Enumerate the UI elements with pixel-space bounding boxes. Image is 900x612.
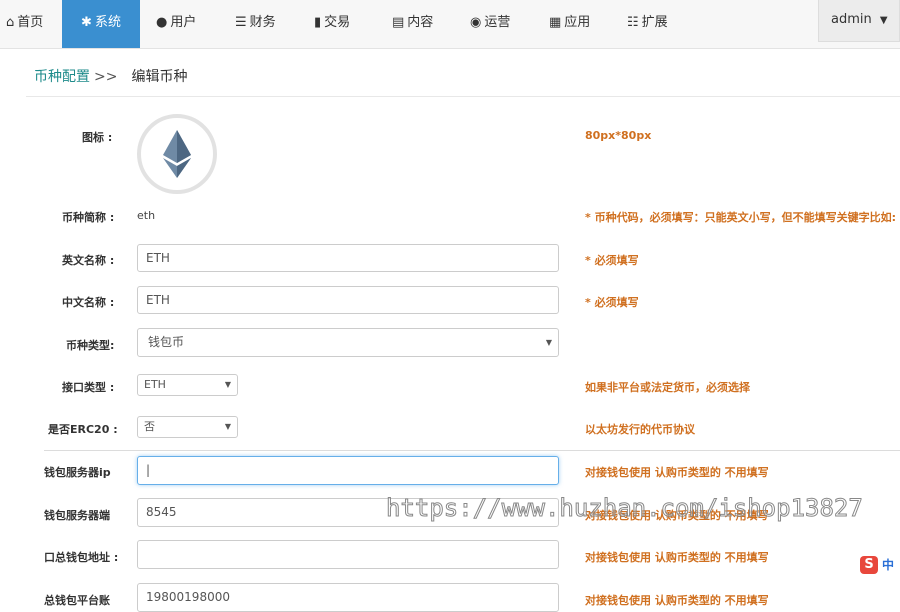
icon-label: 图标 : bbox=[82, 131, 113, 144]
wallet-address-hint: 对接钱包使用 认购币类型的 不用填写 bbox=[585, 551, 769, 564]
wallet-address-input[interactable] bbox=[137, 540, 559, 569]
watermark: https://www.huzhan.com/ishop13827 bbox=[386, 494, 864, 523]
icon-hint: 80px*80px bbox=[585, 129, 652, 142]
erc20-label: 是否ERC20 : bbox=[48, 423, 118, 436]
erc20-value: 否 bbox=[144, 420, 155, 433]
list-icon: ☰ bbox=[235, 15, 247, 30]
username: admin bbox=[831, 12, 872, 27]
api-type-select[interactable]: ETH ▼ bbox=[137, 374, 238, 396]
nav-apps[interactable]: ▦ 应用 bbox=[549, 0, 590, 48]
wallet-address-label: 口总钱包地址 : bbox=[44, 551, 119, 564]
page-title: 编辑币种 bbox=[131, 69, 188, 85]
divider bbox=[26, 96, 900, 97]
chevron-down-icon: ▼ bbox=[879, 15, 888, 26]
wallet-ip-label: 钱包服务器ip bbox=[44, 466, 111, 479]
wallet-account-hint: 对接钱包使用 认购币类型的 不用填写 bbox=[585, 594, 769, 607]
short-name-value: eth bbox=[137, 209, 156, 222]
nav-home[interactable]: ⌂ 首页 bbox=[0, 0, 49, 48]
grid-icon: ▦ bbox=[549, 15, 562, 30]
cn-name-hint: * 必须填写 bbox=[585, 296, 639, 309]
nav-operation[interactable]: ◉ 运营 bbox=[470, 0, 510, 48]
section-divider bbox=[44, 450, 900, 451]
api-type-label: 接口类型 : bbox=[62, 381, 115, 394]
nav-system[interactable]: ✱ 系统 bbox=[62, 0, 140, 48]
extend-icon: ☷ bbox=[627, 15, 639, 30]
globe-icon: ◉ bbox=[470, 15, 482, 30]
en-name-label: 英文名称 : bbox=[62, 254, 115, 267]
wallet-ip-hint: 对接钱包使用 认购币类型的 不用填写 bbox=[585, 466, 769, 479]
top-navbar: ⌂ 首页 ✱ 系统 ● 用户 ☰ 财务 ▮ 交易 ▤ 内容 ◉ 运营 ▦ 应用 ☷ 扩展 admi… bbox=[0, 0, 900, 49]
en-name-input[interactable]: ETH bbox=[137, 244, 559, 272]
nav-extend[interactable]: ☷ 扩展 bbox=[627, 0, 668, 48]
coin-type-select[interactable]: 钱包币 ▼ bbox=[137, 328, 559, 357]
bar-chart-icon: ▮ bbox=[314, 15, 322, 30]
chevron-down-icon: ▼ bbox=[224, 422, 231, 431]
nav-system-label: 系统 bbox=[94, 15, 121, 30]
user-menu[interactable]: admin ▼ bbox=[818, 0, 900, 42]
user-icon: ● bbox=[156, 15, 168, 30]
nav-content-label: 内容 bbox=[407, 15, 434, 30]
coin-type-value: 钱包币 bbox=[148, 335, 185, 349]
short-name-hint: * 币种代码，必须填写：只能英文小写，但不能填写关键字比如: bbox=[585, 211, 896, 224]
chevron-down-icon: ▼ bbox=[224, 380, 231, 389]
cn-name-input[interactable]: ETH bbox=[137, 286, 559, 314]
nav-content[interactable]: ▤ 内容 bbox=[392, 0, 433, 48]
erc20-hint: 以太坊发行的代币协议 bbox=[585, 423, 695, 436]
chevron-down-icon: ▼ bbox=[545, 338, 552, 347]
short-name-label: 币种简称 : bbox=[62, 211, 115, 224]
erc20-select[interactable]: 否 ▼ bbox=[137, 416, 238, 438]
api-type-value: ETH bbox=[144, 378, 166, 391]
nav-finance[interactable]: ☰ 财务 bbox=[235, 0, 276, 48]
document-icon: ▤ bbox=[392, 15, 405, 30]
nav-user[interactable]: ● 用户 bbox=[156, 0, 196, 48]
home-icon: ⌂ bbox=[6, 15, 15, 30]
cn-name-label: 中文名称 : bbox=[62, 296, 115, 309]
api-type-hint: 如果非平台或法定货币，必须选择 bbox=[585, 381, 750, 394]
nav-extend-label: 扩展 bbox=[641, 15, 668, 30]
breadcrumb: 币种配置 >> 编辑币种 bbox=[34, 66, 187, 86]
ime-indicator[interactable]: S 中 bbox=[860, 556, 900, 578]
en-name-hint: * 必须填写 bbox=[585, 254, 639, 267]
sogou-logo-icon: S bbox=[860, 556, 878, 574]
nav-trade[interactable]: ▮ 交易 bbox=[314, 0, 350, 48]
nav-user-label: 用户 bbox=[170, 15, 197, 30]
wallet-port-label: 钱包服务器端 bbox=[44, 509, 110, 522]
coin-type-label: 币种类型: bbox=[66, 339, 115, 352]
gear-icon: ✱ bbox=[81, 15, 92, 30]
ime-language: 中 bbox=[882, 558, 895, 572]
nav-apps-label: 应用 bbox=[564, 15, 591, 30]
nav-finance-label: 财务 bbox=[249, 15, 276, 30]
nav-home-label: 首页 bbox=[17, 15, 44, 30]
breadcrumb-separator: >> bbox=[94, 69, 118, 85]
wallet-ip-input[interactable]: | bbox=[137, 456, 559, 485]
ethereum-icon bbox=[163, 130, 191, 178]
wallet-account-label: 总钱包平台账 bbox=[44, 594, 110, 607]
coin-icon-preview[interactable] bbox=[137, 114, 217, 194]
nav-trade-label: 交易 bbox=[324, 15, 351, 30]
breadcrumb-link[interactable]: 币种配置 bbox=[34, 69, 90, 85]
nav-operation-label: 运营 bbox=[484, 15, 511, 30]
wallet-account-input[interactable]: 19800198000 bbox=[137, 583, 559, 612]
